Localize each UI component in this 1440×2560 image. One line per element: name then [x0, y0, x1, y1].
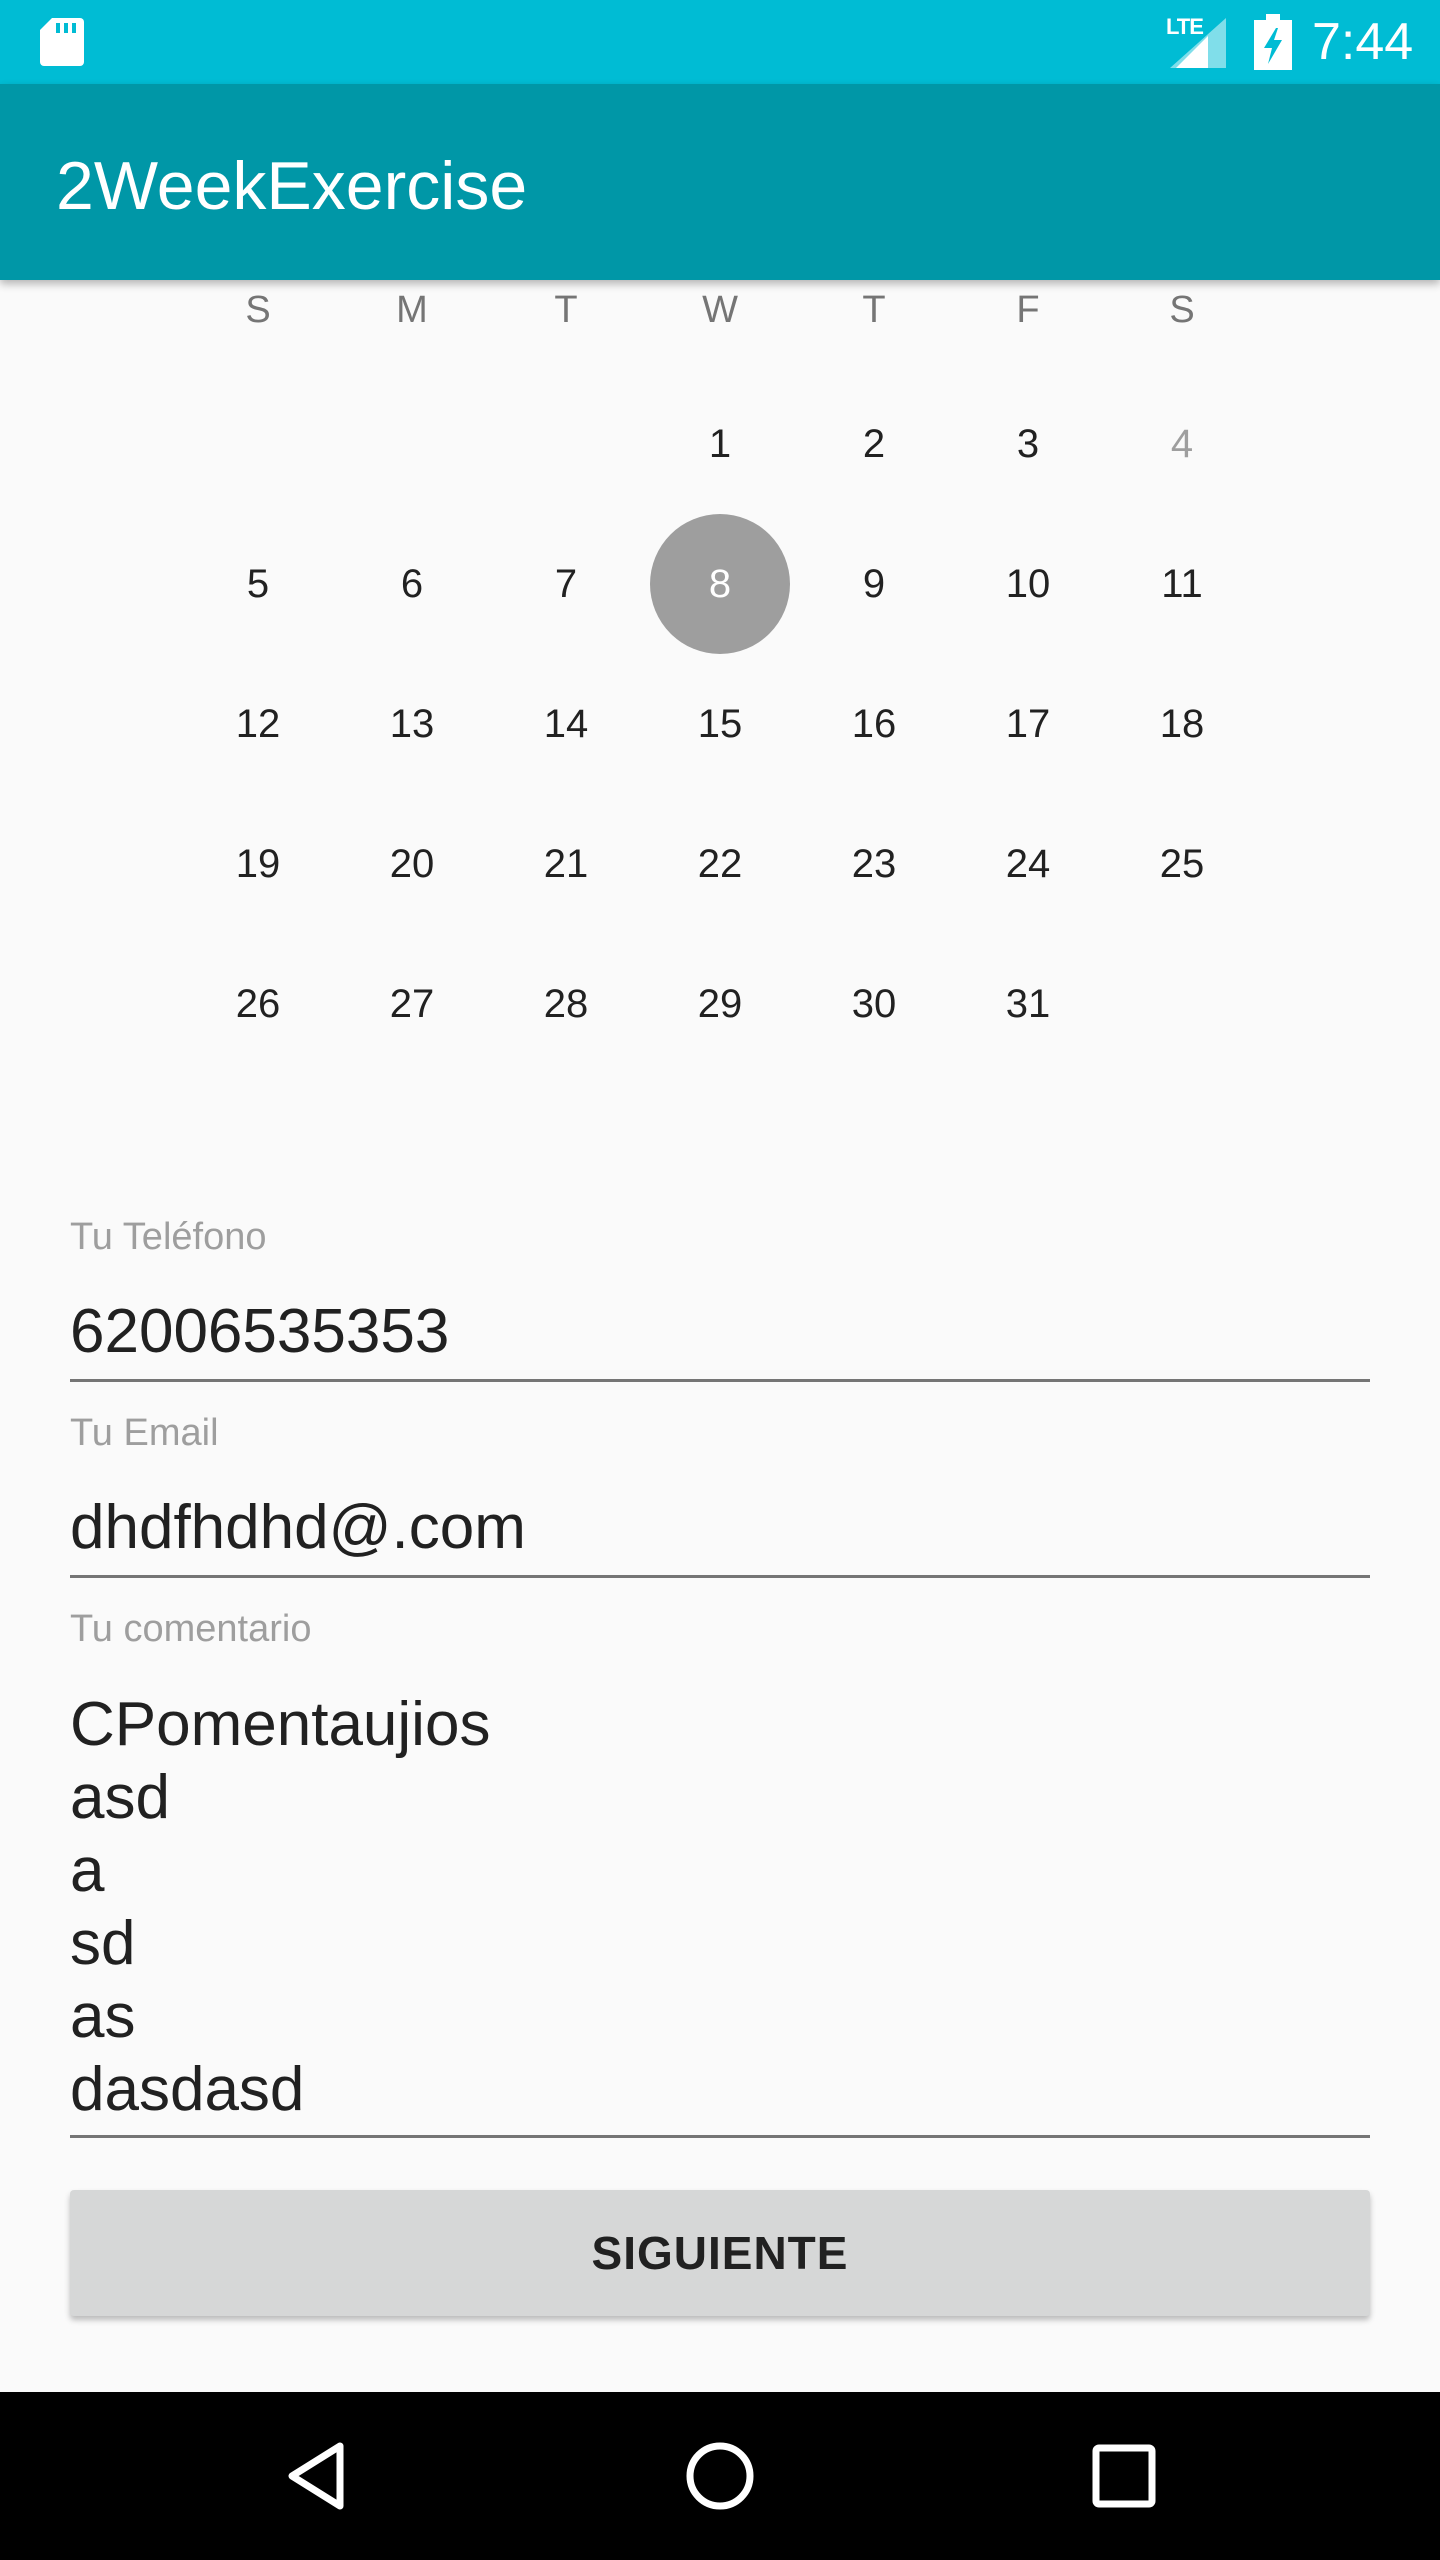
calendar-day-number: 27 — [389, 981, 435, 1026]
recents-icon[interactable] — [1084, 2436, 1164, 2516]
calendar-day-number: 8 — [708, 561, 732, 606]
calendar-view[interactable]: SMTWTFS 1 2 3 4 5 6 7 8 9 10 11 12 13 14 15 16 17 18 19 20 2… — [0, 280, 1440, 1080]
calendar-day[interactable]: 19 — [188, 794, 328, 934]
clock: 7:44 — [1312, 13, 1414, 71]
calendar-day-number: 29 — [697, 981, 743, 1026]
calendar-day[interactable]: 22 — [650, 794, 790, 934]
calendar-day[interactable]: 18 — [1112, 654, 1252, 794]
calendar-day[interactable]: 30 — [804, 934, 944, 1074]
comment-input[interactable]: CPomentaujios asd a sd as dasdasd — [70, 1688, 1370, 2126]
calendar-day[interactable]: 25 — [1112, 794, 1252, 934]
calendar-day[interactable]: 26 — [188, 934, 328, 1074]
calendar-day-number: 6 — [400, 561, 424, 606]
calendar-day[interactable]: 20 — [342, 794, 482, 934]
calendar-day[interactable]: 13 — [342, 654, 482, 794]
calendar-day-number: 5 — [246, 561, 270, 606]
calendar-day[interactable]: 15 — [650, 654, 790, 794]
comment-label: Tu comentario — [70, 1608, 312, 1650]
calendar-day-number: 15 — [697, 701, 743, 746]
weekday-label: T — [862, 288, 886, 331]
calendar-day-number: 12 — [235, 701, 281, 746]
calendar-day[interactable]: 16 — [804, 654, 944, 794]
calendar-day[interactable]: 11 — [1112, 514, 1252, 654]
calendar-day[interactable]: 24 — [958, 794, 1098, 934]
calendar-day-number: 2 — [862, 421, 886, 466]
calendar-day-number: 20 — [389, 841, 435, 886]
status-bar: LTE 7:44 — [0, 0, 1440, 84]
weekday-label: F — [1016, 288, 1040, 331]
calendar-day-number: 25 — [1159, 841, 1205, 886]
weekday-label: M — [396, 288, 428, 331]
calendar-day[interactable]: 5 — [188, 514, 328, 654]
calendar-day[interactable]: 28 — [496, 934, 636, 1074]
calendar-day[interactable]: 21 — [496, 794, 636, 934]
calendar-day[interactable]: 17 — [958, 654, 1098, 794]
calendar-day[interactable]: 9 — [804, 514, 944, 654]
calendar-day-number: 23 — [851, 841, 897, 886]
calendar-day[interactable]: 10 — [958, 514, 1098, 654]
calendar-day[interactable]: 31 — [958, 934, 1098, 1074]
comment-underline — [70, 2135, 1370, 2138]
sd-card-icon — [40, 18, 84, 66]
calendar-day-number: 4 — [1170, 421, 1194, 466]
calendar-day[interactable]: 6 — [342, 514, 482, 654]
phone-label: Tu Teléfono — [70, 1216, 267, 1258]
back-icon[interactable] — [278, 2436, 358, 2516]
calendar-day[interactable]: 14 — [496, 654, 636, 794]
weekday-label: T — [554, 288, 578, 331]
calendar-day-number: 18 — [1159, 701, 1205, 746]
calendar-day-number: 14 — [543, 701, 589, 746]
calendar-day[interactable]: 1 — [650, 374, 790, 514]
navigation-bar — [0, 2392, 1440, 2560]
weekday-label: W — [702, 288, 738, 331]
calendar-day-number: 13 — [389, 701, 435, 746]
calendar-day-selected[interactable]: 8 — [650, 514, 790, 654]
calendar-day[interactable]: 7 — [496, 514, 636, 654]
calendar-day-number: 1 — [708, 421, 732, 466]
calendar-day-number: 19 — [235, 841, 281, 886]
calendar-day-number: 22 — [697, 841, 743, 886]
calendar-day-number: 26 — [235, 981, 281, 1026]
email-input[interactable]: dhdfhdhd@.com — [70, 1488, 1370, 1568]
calendar-day-number: 31 — [1005, 981, 1051, 1026]
calendar-day[interactable]: 27 — [342, 934, 482, 1074]
calendar-day-number: 10 — [1005, 561, 1051, 606]
calendar-day-number: 11 — [1161, 561, 1203, 606]
home-icon[interactable] — [680, 2436, 760, 2516]
calendar-day[interactable]: 4 — [1112, 374, 1252, 514]
calendar-day-number: 3 — [1016, 421, 1040, 466]
weekday-label: S — [1169, 288, 1195, 331]
weekday-label: S — [245, 288, 271, 331]
calendar-day[interactable]: 2 — [804, 374, 944, 514]
email-label: Tu Email — [70, 1412, 219, 1454]
calendar-day-number: 28 — [543, 981, 589, 1026]
phone-underline — [70, 1379, 1370, 1382]
calendar-day-number: 30 — [851, 981, 897, 1026]
siguiente-button[interactable]: SIGUIENTE — [70, 2190, 1370, 2316]
signal-icon — [1170, 18, 1226, 68]
calendar-day-number: 24 — [1005, 841, 1051, 886]
calendar-day-number: 7 — [554, 561, 578, 606]
app-bar: 2WeekExercise — [0, 84, 1440, 280]
calendar-day[interactable]: 12 — [188, 654, 328, 794]
calendar-day-number: 9 — [862, 561, 886, 606]
calendar-day[interactable]: 3 — [958, 374, 1098, 514]
email-underline — [70, 1575, 1370, 1578]
calendar-day-number: 21 — [543, 841, 589, 886]
calendar-day[interactable]: 29 — [650, 934, 790, 1074]
battery-charging-icon — [1254, 14, 1292, 70]
phone-input[interactable]: 62006535353 — [70, 1292, 1370, 1372]
calendar-day-number: 16 — [851, 701, 897, 746]
calendar-day[interactable]: 23 — [804, 794, 944, 934]
calendar-day-number: 17 — [1005, 701, 1051, 746]
app-title: 2WeekExercise — [56, 148, 528, 224]
